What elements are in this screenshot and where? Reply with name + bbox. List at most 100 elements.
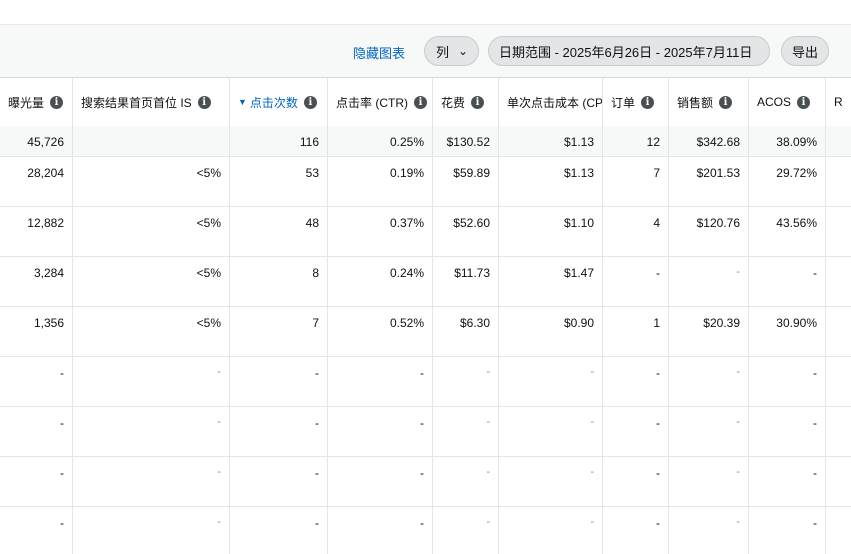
cell-extra <box>826 507 851 554</box>
cell-sales: $120.76 <box>669 207 749 256</box>
cell-value: $1.13 <box>563 166 594 180</box>
hide-chart-link[interactable]: 隐藏图表 <box>353 43 405 62</box>
cell-spend: - <box>433 457 499 506</box>
column-header-label: 单次点击成本 (CPC) <box>507 95 603 110</box>
cell-orders: - <box>603 507 669 554</box>
cell-value: 43.56% <box>776 216 817 230</box>
column-header-orders[interactable]: 订单 i <box>603 78 669 126</box>
cell-value: - <box>656 516 660 530</box>
date-range-label: 日期范围 - 2025年6月26日 - 2025年7月11日 <box>499 44 753 60</box>
cell-value: - <box>590 366 594 378</box>
cell-value: - <box>315 516 319 530</box>
cell-impr: 28,204 <box>0 157 73 206</box>
column-header-label: 点击率 (CTR) <box>336 95 408 110</box>
date-range-button[interactable]: 日期范围 - 2025年6月26日 - 2025年7月11日 <box>488 36 770 66</box>
cell-impr: - <box>0 457 73 506</box>
cell-value: <5% <box>196 316 221 330</box>
column-header-impr[interactable]: 曝光量 i <box>0 78 73 126</box>
cell-sales: - <box>669 257 749 306</box>
cell-value: $6.30 <box>459 316 490 330</box>
cell-value: $20.39 <box>703 316 740 330</box>
cell-topis: <5% <box>73 157 230 206</box>
cell-orders: 12 <box>603 126 669 156</box>
table-row: --------- <box>0 507 851 554</box>
cell-value: - <box>736 466 740 478</box>
column-header-clicks[interactable]: ▼ 点击次数 i <box>230 78 328 126</box>
info-icon[interactable]: i <box>50 95 64 109</box>
cell-value: - <box>736 366 740 378</box>
cell-value: 7 <box>653 166 660 180</box>
table-row: 3,284 <5% 8 0.24% $11.73 $1.47 - - - <box>0 257 851 307</box>
cell-value: 38.09% <box>776 135 817 149</box>
cell-spend: $130.52 <box>433 126 499 156</box>
cell-value: - <box>60 516 64 530</box>
cell-cpc: $1.47 <box>499 257 603 306</box>
cell-value: 48 <box>305 216 319 230</box>
cell-acos: 38.09% <box>749 126 826 156</box>
cell-ctr: 0.25% <box>328 126 433 156</box>
columns-button[interactable]: 列 ⌄ <box>424 36 479 66</box>
cell-value: $1.10 <box>563 216 594 230</box>
cell-clicks: - <box>230 407 328 456</box>
cell-orders: - <box>603 257 669 306</box>
cell-cpc: $1.13 <box>499 126 603 156</box>
chevron-down-icon: ⌄ <box>458 44 469 58</box>
cell-topis <box>73 126 230 156</box>
export-button[interactable]: 导出 <box>781 36 829 66</box>
cell-value: $130.52 <box>446 135 490 149</box>
cell-spend: - <box>433 407 499 456</box>
cell-value: - <box>656 366 660 380</box>
cell-ctr: 0.52% <box>328 307 433 356</box>
cell-impr: - <box>0 407 73 456</box>
info-icon[interactable]: i <box>641 95 655 109</box>
info-icon[interactable]: i <box>414 95 427 109</box>
cell-clicks: 48 <box>230 207 328 256</box>
column-header-sales[interactable]: 销售额 i <box>669 78 749 126</box>
table-row: 28,204 <5% 53 0.19% $59.89 $1.13 7 $201.53 29.72… <box>0 157 851 207</box>
column-header-extra[interactable]: R <box>826 78 851 126</box>
cell-value: - <box>736 516 740 528</box>
column-header-label: 订单 <box>611 95 636 110</box>
cell-spend: - <box>433 507 499 554</box>
cell-extra <box>826 357 851 406</box>
cell-value: - <box>315 366 319 380</box>
info-icon[interactable]: i <box>303 95 317 109</box>
cell-extra <box>826 307 851 356</box>
cell-value: $120.76 <box>696 216 740 230</box>
cell-value: 1,356 <box>33 316 64 330</box>
cell-acos: - <box>749 507 826 554</box>
cell-impr: 12,882 <box>0 207 73 256</box>
cell-value: $11.73 <box>454 266 490 280</box>
info-icon[interactable]: i <box>197 95 211 109</box>
cell-cpc: - <box>499 407 603 456</box>
column-header-label: 曝光量 <box>8 95 45 110</box>
cell-orders: 4 <box>603 207 669 256</box>
cell-ctr: - <box>328 507 433 554</box>
cell-impr: 45,726 <box>0 126 73 156</box>
cell-value: 53 <box>305 166 319 180</box>
cell-value: - <box>217 466 221 478</box>
cell-cpc: - <box>499 457 603 506</box>
info-icon[interactable]: i <box>471 95 485 109</box>
cell-extra <box>826 457 851 506</box>
column-header-label: R <box>834 95 843 109</box>
export-label: 导出 <box>791 44 818 60</box>
column-header-cpc[interactable]: 单次点击成本 (CPC) <box>499 78 603 126</box>
info-icon[interactable]: i <box>719 95 733 109</box>
cell-extra <box>826 157 851 206</box>
cell-spend: $52.60 <box>433 207 499 256</box>
cell-acos: - <box>749 357 826 406</box>
cell-sales: - <box>669 457 749 506</box>
cell-value: 0.25% <box>389 135 424 149</box>
cell-clicks: 116 <box>230 126 328 156</box>
cell-value: - <box>590 516 594 528</box>
column-header-topis[interactable]: 搜索结果首页首位 IS i <box>73 78 230 126</box>
column-header-ctr[interactable]: 点击率 (CTR) i <box>328 78 433 126</box>
column-header-spend[interactable]: 花费 i <box>433 78 499 126</box>
cell-clicks: - <box>230 507 328 554</box>
cell-value: $1.47 <box>563 266 594 280</box>
cell-topis: - <box>73 407 230 456</box>
cell-cpc: $1.10 <box>499 207 603 256</box>
column-header-acos[interactable]: ACOS i <box>749 78 826 126</box>
info-icon[interactable]: i <box>797 95 811 109</box>
